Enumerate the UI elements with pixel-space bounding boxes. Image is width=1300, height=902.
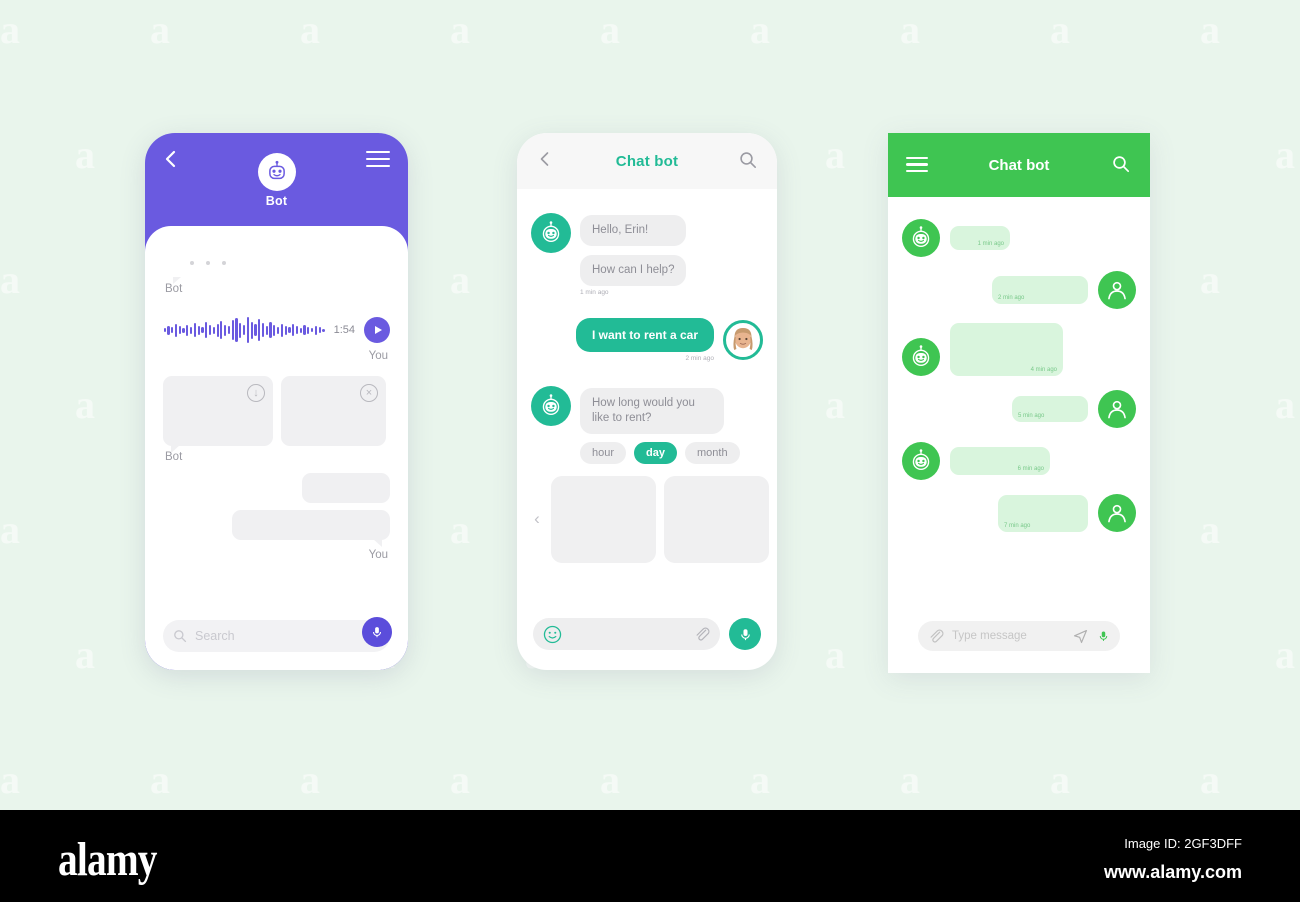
message-bubble: 1 min ago [950,226,1010,250]
message-group-bot: How long would you like to rent? [531,385,763,434]
carousel-card[interactable] [551,475,656,563]
outgoing-bubble [302,473,390,503]
back-chevron-left-icon[interactable] [537,151,553,167]
hamburger-menu-icon[interactable] [366,151,390,167]
voice-message[interactable]: 1:54 [163,315,390,345]
carousel-card[interactable] [664,475,769,563]
phone-screen-green-chat: Chat bot 1 min ago 2 min ago 4 min ago 5… [888,133,1150,673]
message-timestamp: 6 min ago [1017,466,1044,472]
bot-avatar-icon [257,153,296,191]
back-chevron-left-icon[interactable] [161,149,181,169]
user-silhouette-icon [1098,271,1136,309]
message-bubble: 7 min ago [998,494,1088,532]
audio-duration: 1:54 [333,324,355,336]
message-row-user: 5 min ago [902,390,1136,428]
phone1-header: Bot [145,133,408,231]
chip-month[interactable]: month [685,441,740,464]
bot-avatar-icon [902,219,940,257]
search-input[interactable]: Search [163,617,392,652]
message-timestamp: 1 min ago [580,288,609,296]
voice-sender-label: You [368,350,388,362]
message-row-bot: 6 min ago [902,442,1136,480]
message-timestamp: 5 min ago [1018,413,1045,419]
search-icon[interactable] [739,151,757,169]
message-input[interactable] [533,618,720,650]
alamy-logo: alamy [58,833,157,886]
message-timestamp: 1 min ago [977,241,1004,247]
message-timestamp: 4 min ago [1030,367,1057,373]
phone3-message-input-bar[interactable]: Type message [918,621,1120,651]
message-bubble: How long would you like to rent? [580,387,724,434]
message-row-user: 7 min ago [902,494,1136,532]
alamy-footer-bar: alamy Image ID: 2GF3DFF www.alamy.com [0,810,1300,902]
message-bubble: 4 min ago [950,323,1063,376]
user-silhouette-icon [1098,494,1136,532]
phone3-conversation: 1 min ago 2 min ago 4 min ago 5 min ago … [888,197,1150,673]
carousel-prev-chevron-left-icon[interactable]: ‹ [531,509,543,529]
chip-hour[interactable]: hour [580,441,627,464]
message-timestamp: 2 min ago [998,295,1025,301]
message-bubble: 2 min ago [992,276,1088,304]
phone-screen-chat-bot: Chat bot Hello, Erin! How can I help? 1 … [517,133,777,670]
image-card[interactable]: × [281,376,386,446]
phone3-header: Chat bot [888,133,1150,197]
phone2-header: Chat bot [517,133,777,189]
message-bubble: 5 min ago [1012,396,1088,422]
hamburger-menu-icon[interactable] [906,157,928,176]
search-icon [174,630,187,643]
cards-sender-label: Bot [165,451,183,463]
phone-screen-voice-chat: Bot Bot 1:54 You ↓ × Bot You Search [145,133,408,670]
download-circle-icon[interactable]: ↓ [247,384,265,402]
user-photo-avatar [723,319,763,360]
play-icon[interactable] [364,317,390,343]
phone2-conversation: Hello, Erin! How can I help? 1 min ago I… [517,189,777,670]
search-icon[interactable] [1112,155,1130,173]
message-group-user: I want to rent a car 2 min ago [531,317,763,362]
phone1-title: Bot [265,194,288,208]
phone3-title: Chat bot [988,156,1050,174]
message-placeholder: Type message [952,630,1027,642]
search-placeholder: Search [195,629,235,643]
phone2-title: Chat bot [615,152,679,170]
image-carousel: ‹ › [531,475,769,563]
close-circle-icon[interactable]: × [360,384,378,402]
phone2-message-input-bar [533,618,761,650]
message-bubble: 6 min ago [950,447,1050,475]
website-label: www.alamy.com [1103,862,1242,882]
phone-mockup-stage: Bot Bot 1:54 You ↓ × Bot You Search Chat… [0,0,1300,810]
message-timestamp: 2 min ago [685,354,714,362]
phone1-conversation: Bot 1:54 You ↓ × Bot You [145,226,408,670]
user-silhouette-icon [1098,390,1136,428]
microphone-icon[interactable] [729,618,761,650]
message-timestamp: 7 min ago [1004,522,1031,529]
typing-sender-label: Bot [165,283,183,295]
bot-avatar-icon [902,442,940,480]
emoji-smiley-icon[interactable] [543,625,562,644]
microphone-icon[interactable] [362,617,392,647]
image-card[interactable]: ↓ [163,376,273,453]
outgoing-bubble [232,510,390,547]
image-id-label: Image ID: 2GF3DFF [1124,836,1242,851]
paperclip-icon[interactable] [928,628,944,644]
outgoing-sender-label: You [368,549,388,561]
image-card-row: ↓ × [163,376,390,453]
paperclip-icon[interactable] [694,626,710,642]
message-group-bot: Hello, Erin! How can I help? 1 min ago [531,213,763,296]
bot-avatar-icon [902,338,940,376]
duration-chip-group: hour day month [580,441,763,464]
chip-day[interactable]: day [634,441,677,464]
message-bubble: Hello, Erin! [580,215,687,246]
message-bubble: I want to rent a car [575,317,714,352]
typing-indicator [163,248,253,284]
message-bubble: How can I help? [580,254,687,286]
audio-waveform[interactable] [163,315,325,345]
bot-avatar-icon [531,213,571,253]
bot-avatar-icon [531,385,571,426]
send-icon[interactable] [1072,628,1089,645]
message-row-bot: 1 min ago [902,219,1136,257]
message-row-bot: 4 min ago [902,323,1136,376]
microphone-icon[interactable] [1097,628,1110,644]
message-row-user: 2 min ago [902,271,1136,309]
